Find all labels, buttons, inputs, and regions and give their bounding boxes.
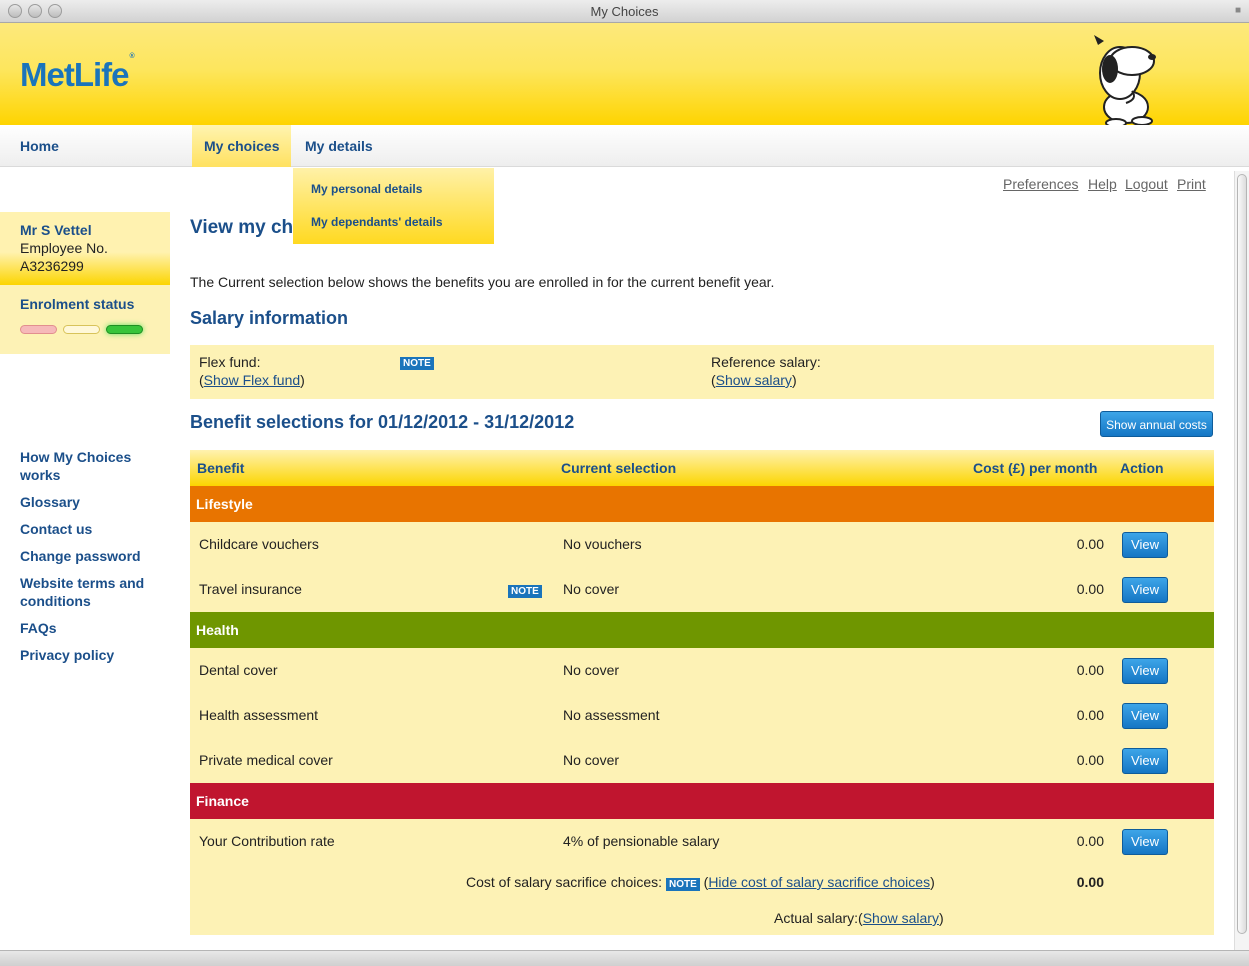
menu-item-personal-details[interactable]: My personal details (311, 182, 422, 196)
sidebar-link-terms[interactable]: Website terms and conditions (20, 574, 160, 610)
main-nav: Home My choices My details (0, 125, 1249, 167)
snoopy-mascot-icon (1094, 35, 1156, 125)
group-finance: Finance (190, 783, 1214, 819)
preferences-link[interactable]: Preferences (1003, 176, 1078, 192)
benefit-name: Travel insurance (199, 581, 302, 597)
current-selection: 4% of pensionable salary (563, 833, 720, 849)
hide-salary-sacrifice-link[interactable]: Hide cost of salary sacrifice choices (708, 874, 930, 890)
group-health: Health (190, 612, 1214, 648)
current-selection: No cover (563, 752, 620, 768)
help-link[interactable]: Help (1088, 176, 1117, 192)
table-row: Dental cover No cover 0.00 View (190, 648, 1214, 693)
actual-salary-label: Actual salary: (774, 910, 859, 926)
col-header-current-selection: Current selection (561, 460, 677, 476)
col-header-cost: Cost (£) per month (973, 460, 1098, 476)
show-flex-fund-link[interactable]: Show Flex fund (204, 372, 301, 388)
status-pill-amber (63, 325, 100, 334)
employee-number: A3236299 (20, 258, 84, 274)
monthly-cost: 0.00 (1076, 707, 1104, 723)
sidebar-link-privacy[interactable]: Privacy policy (20, 646, 160, 664)
sidebar-link-contact[interactable]: Contact us (20, 520, 160, 538)
scrollbar-thumb[interactable] (1237, 174, 1247, 934)
table-row: Childcare vouchers No vouchers 0.00 View (190, 522, 1214, 567)
sidebar-link-glossary[interactable]: Glossary (20, 493, 160, 511)
benefit-name: Dental cover (199, 662, 278, 678)
group-lifestyle: Lifestyle (190, 486, 1214, 522)
nav-home[interactable]: Home (8, 125, 71, 167)
print-link[interactable]: Print (1177, 176, 1206, 192)
current-selection: No cover (563, 662, 620, 678)
view-travel-button[interactable]: View (1122, 577, 1168, 603)
current-selection: No vouchers (563, 536, 642, 552)
salary-info-panel: Flex fund: NOTE (Show Flex fund) Referen… (190, 345, 1214, 399)
nav-my-details[interactable]: My details (293, 125, 385, 167)
view-health-assessment-button[interactable]: View (1122, 703, 1168, 729)
intro-text: The Current selection below shows the be… (190, 274, 775, 290)
window-titlebar: My Choices ■ (0, 0, 1249, 23)
show-annual-costs-button[interactable]: Show annual costs (1100, 411, 1213, 437)
nav-my-choices[interactable]: My choices (192, 125, 292, 167)
actual-salary-line: Actual salary:(Show salary) (774, 910, 944, 926)
site-header: MetLife® (0, 23, 1249, 125)
sidebar-link-how-it-works[interactable]: How My Choices works (20, 448, 160, 484)
table-row: Your Contribution rate 4% of pensionable… (190, 819, 1214, 864)
employee-label: Employee No. (20, 240, 108, 256)
monthly-cost: 0.00 (1076, 833, 1104, 849)
salary-sacrifice-line: Cost of salary sacrifice choices: NOTE (… (466, 874, 935, 891)
window-title: My Choices (590, 4, 659, 19)
benefit-selections-heading: Benefit selections for 01/12/2012 - 31/1… (190, 412, 575, 432)
benefit-name: Private medical cover (199, 752, 333, 768)
flex-fund-link-wrap: (Show Flex fund) (199, 372, 305, 388)
show-reference-salary-link[interactable]: Show salary (716, 372, 792, 388)
monthly-cost: 0.00 (1076, 752, 1104, 768)
metlife-logo[interactable]: MetLife® (20, 53, 135, 94)
view-childcare-button[interactable]: View (1122, 532, 1168, 558)
table-header: Benefit Current selection Cost (£) per m… (190, 450, 1214, 486)
enrolment-status-title: Enrolment status (20, 296, 135, 312)
view-private-medical-button[interactable]: View (1122, 748, 1168, 774)
logout-link[interactable]: Logout (1125, 176, 1168, 192)
vertical-scrollbar[interactable] (1234, 171, 1249, 950)
monthly-cost: 0.00 (1076, 536, 1104, 552)
window-bottom-bar (0, 950, 1249, 966)
current-selection: No cover (563, 581, 620, 597)
sidebar-link-change-password[interactable]: Change password (20, 547, 160, 565)
flex-fund-note-badge[interactable]: NOTE (400, 357, 434, 370)
monthly-cost: 0.00 (1076, 581, 1104, 597)
benefits-table: Benefit Current selection Cost (£) per m… (190, 450, 1214, 935)
col-header-benefit: Benefit (197, 460, 245, 476)
salary-info-heading: Salary information (190, 308, 349, 328)
benefit-name: Childcare vouchers (199, 536, 319, 552)
monthly-cost: 0.00 (1076, 662, 1104, 678)
reference-salary-label: Reference salary: (711, 354, 821, 370)
view-contribution-button[interactable]: View (1122, 829, 1168, 855)
page: MetLife® Home My choices My details My p… (0, 23, 1249, 950)
view-dental-button[interactable]: View (1122, 658, 1168, 684)
show-actual-salary-link[interactable]: Show salary (863, 910, 939, 926)
table-row: Private medical cover No cover 0.00 View (190, 738, 1214, 783)
sidebar-link-faqs[interactable]: FAQs (20, 619, 160, 637)
benefit-name: Health assessment (199, 707, 319, 723)
user-info-panel: Mr S Vettel Employee No. A3236299 Enrolm… (0, 212, 170, 354)
status-pill-green (106, 325, 143, 334)
page-title: View my cho (190, 217, 305, 238)
salary-sacrifice-total: 0.00 (1076, 874, 1104, 890)
col-header-action: Action (1120, 460, 1164, 476)
benefit-name: Your Contribution rate (199, 833, 335, 849)
current-selection: No assessment (563, 707, 660, 723)
status-pill-red (20, 325, 57, 334)
user-name: Mr S Vettel (20, 222, 92, 238)
flex-fund-label: Flex fund: (199, 354, 261, 370)
table-row: Travel insurance NOTE No cover 0.00 View (190, 567, 1214, 612)
reference-salary-link-wrap: (Show salary) (711, 372, 797, 388)
salary-sacrifice-label: Cost of salary sacrifice choices: (466, 874, 663, 890)
lock-icon: ■ (1234, 5, 1241, 16)
menu-item-dependants-details[interactable]: My dependants' details (311, 215, 443, 229)
my-details-dropdown: My personal details My dependants' detai… (293, 168, 494, 244)
travel-note-badge[interactable]: NOTE (508, 585, 542, 598)
salary-sacrifice-note-badge[interactable]: NOTE (665, 878, 700, 891)
table-row: Health assessment No assessment 0.00 Vie… (190, 693, 1214, 738)
